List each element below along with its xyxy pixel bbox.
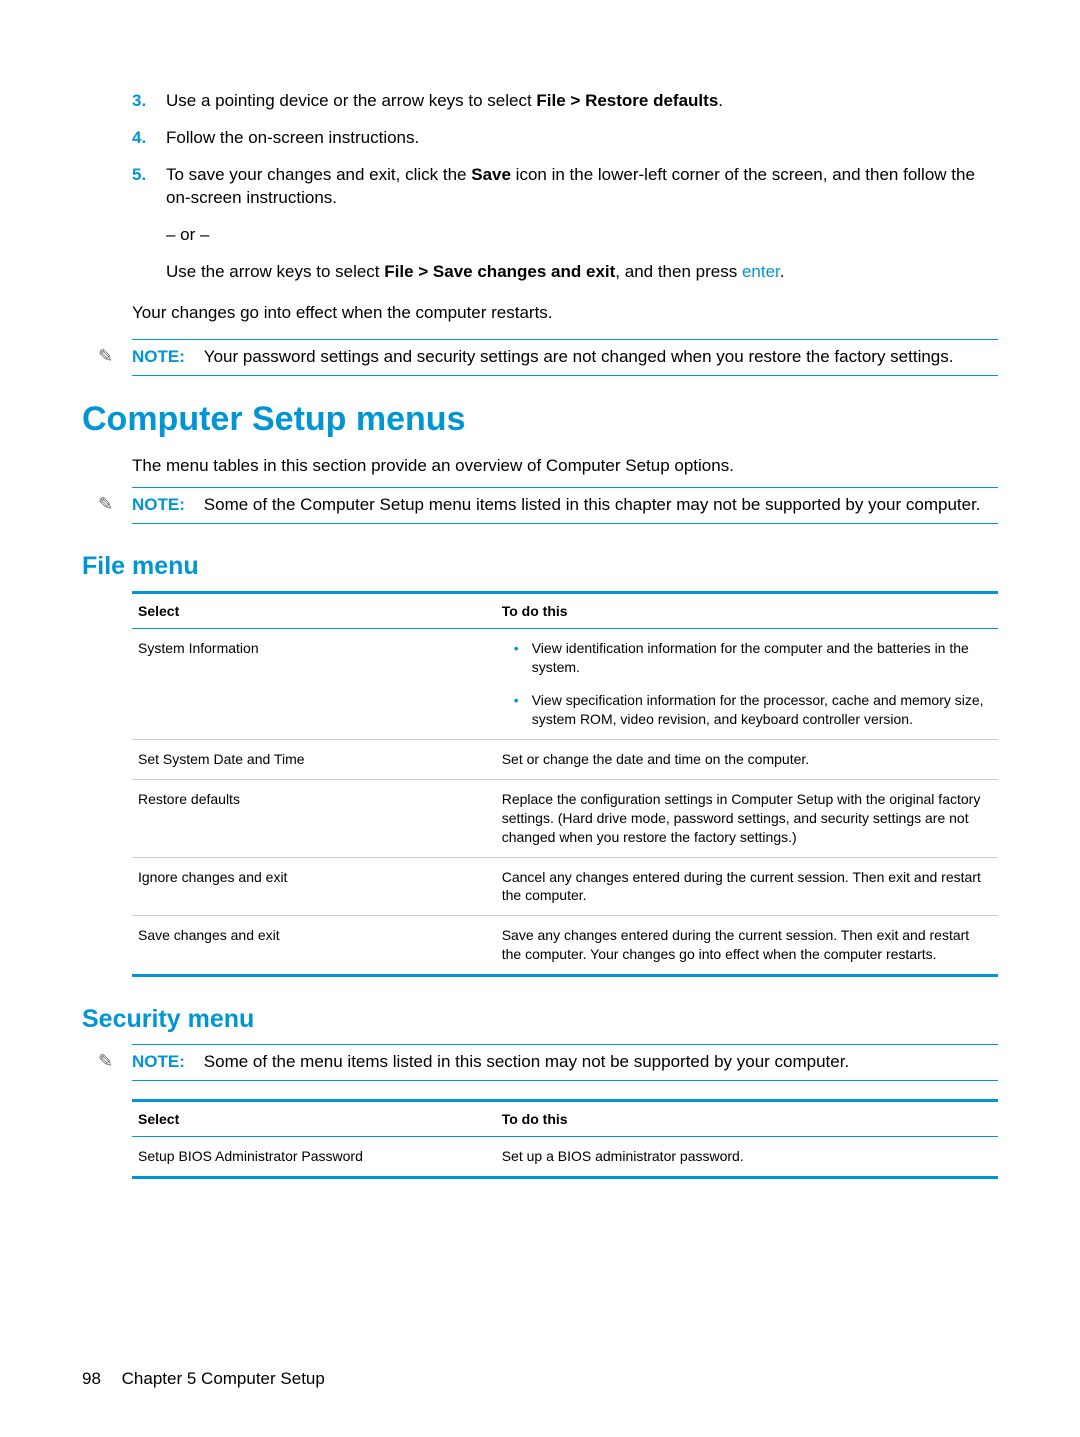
note-icon: ✎ — [98, 492, 113, 516]
note-block-2: ✎ NOTE: Some of the Computer Setup menu … — [132, 487, 998, 524]
or-separator: – or – — [166, 224, 998, 247]
restart-note: Your changes go into effect when the com… — [132, 302, 998, 325]
cell-select: Setup BIOS Administrator Password — [132, 1137, 496, 1178]
heading-computer-setup-menus: Computer Setup menus — [82, 400, 998, 439]
note-text: Some of the menu items listed in this se… — [204, 1052, 849, 1071]
cell-select: Ignore changes and exit — [132, 857, 496, 916]
step-3: 3. Use a pointing device or the arrow ke… — [132, 90, 998, 113]
t: . — [780, 262, 785, 281]
cell-todo: Replace the configuration settings in Co… — [496, 779, 998, 857]
cell-select: Save changes and exit — [132, 916, 496, 976]
table-row: Setup BIOS Administrator Password Set up… — [132, 1137, 998, 1178]
note-text — [190, 347, 204, 366]
note-text: Some of the Computer Setup menu items li… — [204, 495, 981, 514]
th-select: Select — [132, 593, 496, 629]
list-item: View identification information for the … — [520, 639, 992, 677]
file-menu-table: Select To do this System Information Vie… — [132, 591, 998, 977]
menu-path: File > Restore defaults — [536, 91, 718, 110]
cell-select: Restore defaults — [132, 779, 496, 857]
chapter-label: Chapter 5 Computer Setup — [122, 1369, 325, 1388]
t: Use the arrow keys to select — [166, 262, 384, 281]
note-block-1: ✎ NOTE: Your password settings and secur… — [132, 339, 998, 376]
step-text-post: . — [718, 91, 723, 110]
th-todo: To do this — [496, 1101, 998, 1137]
page-number: 98 — [82, 1369, 101, 1388]
th-todo: To do this — [496, 593, 998, 629]
cell-todo: Set up a BIOS administrator password. — [496, 1137, 998, 1178]
step-4: 4. Follow the on-screen instructions. — [132, 127, 998, 150]
note-label: NOTE: — [132, 347, 185, 366]
intro-paragraph: The menu tables in this section provide … — [132, 455, 998, 478]
note-label: NOTE: — [132, 1052, 185, 1071]
note-label: NOTE: — [132, 495, 185, 514]
note-icon: ✎ — [98, 344, 113, 368]
note-block-3: ✎ NOTE: Some of the menu items listed in… — [132, 1044, 998, 1081]
note-text: Your password settings and security sett… — [204, 347, 954, 366]
heading-security-menu: Security menu — [82, 1005, 998, 1034]
step5-line1a: To save your changes and exit, click the — [166, 165, 471, 184]
document-page: 3. Use a pointing device or the arrow ke… — [0, 0, 1080, 1179]
table-row: Ignore changes and exit Cancel any chang… — [132, 857, 998, 916]
step-number: 5. — [132, 164, 146, 187]
table-row: System Information View identification i… — [132, 629, 998, 740]
save-word: Save — [471, 165, 511, 184]
menu-path: File > Save changes and exit — [384, 262, 615, 281]
step-text: Follow the on-screen instructions. — [166, 128, 419, 147]
steps-list: 3. Use a pointing device or the arrow ke… — [132, 90, 998, 284]
cell-select: Set System Date and Time — [132, 739, 496, 779]
step-text: Use a pointing device or the arrow keys … — [166, 91, 536, 110]
step-5: 5. To save your changes and exit, click … — [132, 164, 998, 284]
t: , and then press — [615, 262, 742, 281]
enter-key: enter — [742, 262, 780, 281]
cell-select: System Information — [132, 629, 496, 740]
step5-line2: Use the arrow keys to select File > Save… — [166, 261, 998, 284]
cell-todo: Cancel any changes entered during the cu… — [496, 857, 998, 916]
cell-todo: Set or change the date and time on the c… — [496, 739, 998, 779]
heading-file-menu: File menu — [82, 552, 998, 581]
step-number: 4. — [132, 127, 146, 150]
note-icon: ✎ — [98, 1049, 113, 1073]
table-row: Set System Date and Time Set or change t… — [132, 739, 998, 779]
step-number: 3. — [132, 90, 146, 113]
table-row: Restore defaults Replace the configurati… — [132, 779, 998, 857]
security-menu-table: Select To do this Setup BIOS Administrat… — [132, 1099, 998, 1179]
list-item: View specification information for the p… — [520, 691, 992, 729]
page-footer: 98 Chapter 5 Computer Setup — [82, 1369, 325, 1389]
cell-todo: Save any changes entered during the curr… — [496, 916, 998, 976]
th-select: Select — [132, 1101, 496, 1137]
cell-todo: View identification information for the … — [496, 629, 998, 740]
table-row: Save changes and exit Save any changes e… — [132, 916, 998, 976]
